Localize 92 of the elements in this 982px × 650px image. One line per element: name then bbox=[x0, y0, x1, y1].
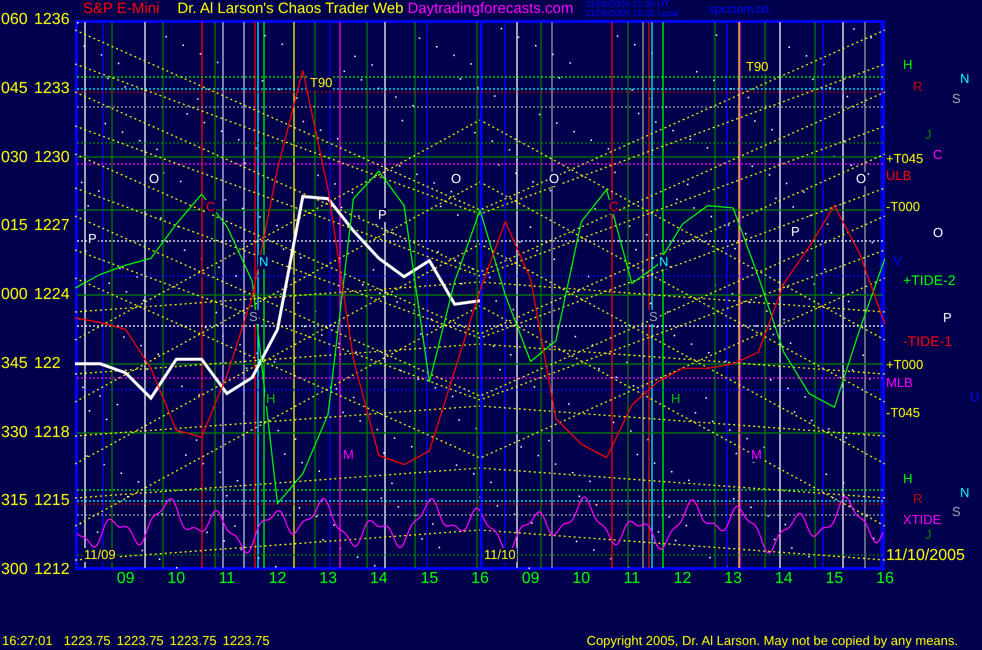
angle-label: 000 bbox=[1, 285, 28, 305]
hour-label: 09 bbox=[116, 570, 136, 588]
legend-label: -T000 bbox=[886, 200, 920, 214]
hour-label: 11 bbox=[622, 570, 642, 588]
hour-label: 10 bbox=[571, 570, 592, 588]
chart-label: S bbox=[248, 310, 259, 324]
legend-label: +T045 bbox=[886, 152, 924, 166]
legend-label: -T045 bbox=[886, 406, 920, 420]
price-label: 1218 bbox=[34, 422, 70, 442]
price-label: 1215 bbox=[34, 491, 70, 512]
price-readout: 1223.75 bbox=[222, 633, 270, 649]
hour-label: 15 bbox=[824, 570, 844, 588]
website-text: Daytradingforecasts.com bbox=[407, 0, 574, 18]
chart-label: P bbox=[790, 225, 801, 239]
legend-label: +T000 bbox=[886, 358, 924, 372]
hour-label: 13 bbox=[723, 570, 744, 588]
price-label: 1236 bbox=[34, 10, 70, 30]
price-readout: 1223.75 bbox=[116, 633, 164, 649]
angle-label: 045 bbox=[1, 78, 28, 99]
legend-label: 11/10/2005 bbox=[886, 547, 965, 564]
price-readout: 1223.75 bbox=[64, 633, 111, 649]
clock-time: 16:27:01 bbox=[2, 633, 53, 649]
hour-label: 16 bbox=[470, 570, 490, 588]
timestamp-ut: 11/09/2005 21:30 UT bbox=[585, 0, 670, 9]
price-label: 1230 bbox=[34, 148, 70, 168]
legend-label: J bbox=[925, 528, 932, 542]
chart-label: H bbox=[670, 392, 682, 406]
angle-label: 315 bbox=[1, 491, 28, 512]
hour-label: 09 bbox=[520, 570, 541, 588]
hour-label: 14 bbox=[774, 570, 794, 588]
legend-label: R bbox=[913, 80, 922, 94]
hour-label: 13 bbox=[318, 570, 338, 588]
chart-label: T90 bbox=[309, 76, 334, 90]
legend-label: U bbox=[970, 390, 980, 404]
hour-label: 12 bbox=[672, 570, 692, 588]
legend-label: R bbox=[913, 492, 922, 506]
hour-label: 10 bbox=[166, 570, 186, 588]
hour-label: 15 bbox=[419, 570, 440, 588]
chart-title: Dr. Al Larson's Chaos Trader Web bbox=[177, 0, 404, 18]
price-label: 1227 bbox=[34, 216, 70, 236]
chart-label: 11/09 bbox=[83, 548, 117, 562]
chart-label: H bbox=[265, 392, 276, 406]
price-readout: 1223.75 bbox=[170, 633, 217, 649]
angle-label: 300 bbox=[1, 560, 28, 580]
chart-label: T90 bbox=[745, 60, 770, 74]
angle-label: 330 bbox=[1, 422, 28, 442]
chart-label: O bbox=[148, 172, 160, 186]
chart-label: 11/10 bbox=[483, 548, 517, 562]
chart-label: O bbox=[855, 172, 868, 186]
price-label: 1224 bbox=[34, 285, 70, 305]
price-label: 1212 bbox=[34, 560, 70, 580]
angle-label: 060 bbox=[1, 10, 28, 30]
legend-label: S bbox=[952, 505, 961, 519]
legend-label: O bbox=[933, 226, 944, 240]
legend-label: V bbox=[893, 254, 902, 268]
legend-label: N bbox=[960, 72, 970, 86]
angle-label: 015 bbox=[1, 216, 28, 236]
chart-label: M bbox=[750, 448, 763, 462]
chart-label: C bbox=[205, 200, 216, 214]
chart-label: P bbox=[87, 232, 98, 246]
copyright-text: Copyright 2005, Dr. Al Larson. May not be copied by any means. bbox=[586, 633, 958, 649]
chart-label: M bbox=[342, 448, 355, 462]
legend-label: J bbox=[925, 128, 932, 142]
legend-label: H bbox=[903, 472, 912, 486]
hour-label: 12 bbox=[268, 570, 288, 588]
legend-label: ULB bbox=[886, 169, 912, 183]
legend-label: S bbox=[952, 92, 961, 106]
legend-label: N bbox=[960, 486, 970, 500]
legend-label: C bbox=[933, 148, 942, 162]
hour-label: 14 bbox=[368, 570, 389, 588]
legend-label: +TIDE-2 bbox=[903, 273, 956, 288]
price-label: 1233 bbox=[34, 78, 70, 99]
chart-label: N bbox=[658, 255, 670, 269]
price-label: 122 bbox=[34, 354, 61, 374]
chart-label: S bbox=[648, 310, 659, 324]
timestamp-local: 11/09/2005 16:30 Local bbox=[585, 9, 679, 18]
chart-label: C bbox=[608, 200, 620, 214]
hour-label: 16 bbox=[875, 570, 895, 588]
legend-label: MLB bbox=[886, 376, 913, 390]
legend-label: P bbox=[943, 311, 952, 325]
chart-label: O bbox=[450, 172, 462, 186]
hour-label: 11 bbox=[218, 570, 236, 588]
file-name: spcctom.txt bbox=[708, 1, 770, 18]
legend-label: XTIDE bbox=[903, 513, 942, 527]
angle-label: 030 bbox=[1, 148, 28, 168]
angle-label: 345 bbox=[1, 354, 28, 374]
chart-label: N bbox=[258, 255, 270, 269]
chart-label: P bbox=[377, 208, 388, 222]
legend-label: -TIDE-1 bbox=[903, 334, 952, 349]
chart-label: O bbox=[548, 172, 560, 186]
legend-label: H bbox=[903, 58, 912, 72]
symbol-title: S&P E-Mini bbox=[83, 0, 160, 18]
